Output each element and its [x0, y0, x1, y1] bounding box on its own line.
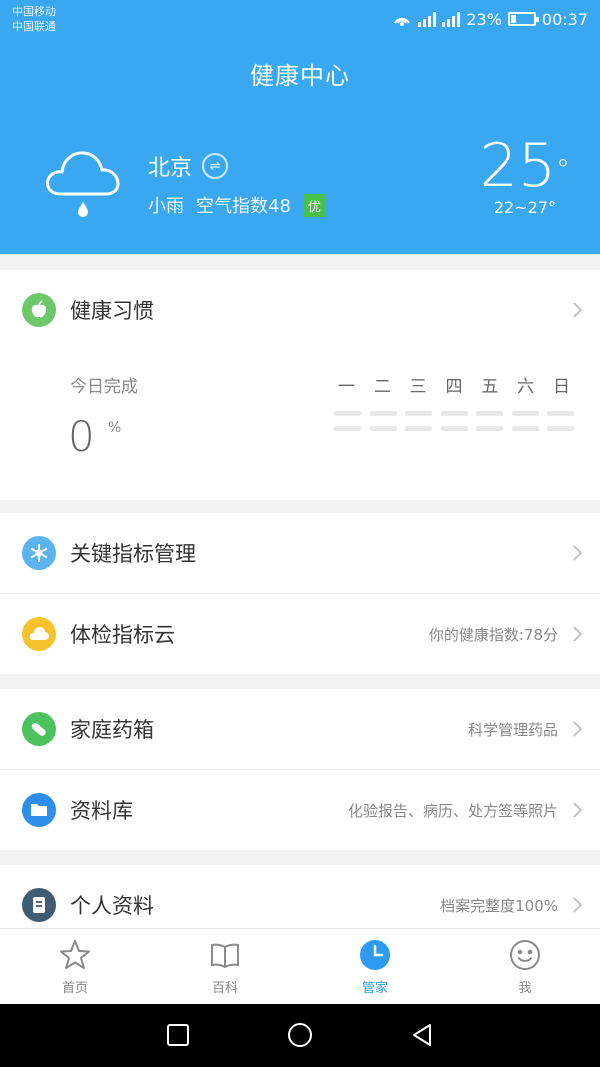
carrier-labels: 中国移动 中国联通 [12, 4, 56, 34]
rain-cloud-icon [46, 151, 120, 217]
bottom-tab-bar: 首页 百科 管家 我 [0, 928, 600, 1004]
switch-city-icon[interactable]: ⇌ [202, 153, 229, 179]
tab-encyclopedia[interactable]: 百科 [150, 929, 300, 1004]
menu-hint: 科学管理药品 [467, 720, 558, 739]
health-habits-row[interactable]: 健康习惯 [0, 270, 600, 350]
bar-row [334, 411, 574, 416]
hotspot-icon [394, 17, 411, 26]
recents-icon[interactable] [163, 1020, 193, 1050]
current-temperature: 25° [480, 134, 570, 198]
health-center-screen: 中国移动 中国联通 23% 00:37 健康中心 北京 ⇌ 小雨 空气指数48 … [0, 0, 600, 1067]
page-title: 健康中心 [250, 62, 350, 90]
pill-icon [22, 712, 56, 746]
chevron-right-icon [566, 802, 583, 818]
menu-row-medicine-box[interactable]: 家庭药箱 科学管理药品 [0, 689, 600, 769]
temp-value: 25 [479, 131, 556, 201]
day-label: 二 [373, 377, 391, 397]
aqi-badge: 优 [302, 193, 326, 217]
menu-hint: 你的健康指数:78分 [428, 625, 558, 644]
battery-percent: 23% [466, 9, 502, 29]
snowflake-icon [22, 536, 56, 570]
weather-condition: 小雨 空气指数48 优 [148, 192, 326, 218]
menu-row-key-indicators[interactable]: 关键指标管理 [0, 513, 600, 593]
tab-label: 百科 [211, 981, 238, 996]
menu-label: 关键指标管理 [70, 542, 196, 566]
cloud-icon [22, 617, 56, 651]
chevron-right-icon [566, 897, 583, 913]
tab-label: 我 [518, 981, 532, 996]
day-label: 日 [552, 377, 570, 397]
city-name: 北京 [148, 156, 193, 181]
apple-icon [22, 293, 56, 327]
records-card: 家庭药箱 科学管理药品 资料库 化验报告、病历、处方签等照片 [0, 689, 600, 850]
star-icon [57, 937, 93, 973]
document-icon [22, 888, 56, 922]
tab-label: 管家 [361, 981, 388, 996]
today-label: 今日完成 [70, 377, 138, 397]
aqi-text: 空气指数48 [196, 196, 291, 217]
day-label: 五 [481, 377, 499, 397]
chevron-right-icon [566, 626, 583, 642]
system-nav-bar [0, 1004, 600, 1067]
temp-range: 22~27° [493, 198, 556, 217]
smiley-icon [507, 937, 543, 973]
week-days: 一 二 三 四 五 六 日 [334, 372, 574, 397]
habit-progress: 今日完成 0 % 一 二 三 四 五 六 日 [0, 350, 600, 500]
menu-hint: 化验报告、病历、处方签等照片 [347, 801, 558, 820]
tab-manager[interactable]: 管家 [300, 929, 450, 1004]
battery-icon [507, 12, 539, 26]
today-unit: % [108, 420, 122, 436]
menu-label: 体检指标云 [70, 623, 175, 647]
menu-label: 家庭药箱 [70, 718, 154, 742]
indicators-card: 关键指标管理 体检指标云 你的健康指数:78分 [0, 513, 600, 674]
chevron-right-icon [566, 545, 583, 561]
health-habits-card: 健康习惯 今日完成 0 % 一 二 三 四 五 六 日 [0, 270, 600, 500]
menu-row-library[interactable]: 资料库 化验报告、病历、处方签等照片 [0, 770, 600, 850]
day-label: 四 [445, 377, 463, 397]
weather-text: 小雨 [148, 196, 184, 217]
folder-icon [22, 793, 56, 827]
city-selector[interactable]: 北京 ⇌ [148, 150, 229, 182]
back-icon[interactable] [407, 1020, 437, 1050]
menu-label: 资料库 [70, 799, 133, 823]
bar-row [334, 426, 574, 431]
today-value: 0 [68, 412, 95, 461]
temp-unit: ° [556, 153, 570, 186]
header-panel: 中国移动 中国联通 23% 00:37 健康中心 北京 ⇌ 小雨 空气指数48 … [0, 0, 600, 254]
menu-hint: 档案完整度100% [440, 896, 558, 915]
week-chart: 一 二 三 四 五 六 日 [334, 372, 574, 441]
tab-me[interactable]: 我 [450, 929, 600, 1004]
chevron-right-icon [566, 302, 583, 318]
signal-icon-2 [442, 11, 461, 27]
status-time: 00:37 [541, 9, 588, 29]
book-icon [207, 937, 243, 973]
signal-icon [418, 11, 437, 27]
chevron-right-icon [566, 721, 583, 737]
day-label: 一 [338, 377, 355, 397]
week-bars [334, 411, 574, 431]
day-label: 三 [409, 377, 427, 397]
menu-label: 个人资料 [70, 894, 154, 918]
status-bar: 中国移动 中国联通 23% 00:37 [0, 0, 600, 40]
tab-label: 首页 [61, 981, 88, 996]
carrier-2: 中国联通 [12, 20, 56, 33]
day-label: 六 [517, 377, 535, 397]
clock-icon [357, 937, 393, 973]
home-circle-icon[interactable] [285, 1020, 315, 1050]
health-habits-label: 健康习惯 [70, 299, 154, 323]
tab-home[interactable]: 首页 [0, 929, 150, 1004]
status-indicators: 23% 00:37 [392, 6, 588, 32]
carrier-1: 中国移动 [12, 5, 56, 18]
menu-row-checkup-cloud[interactable]: 体检指标云 你的健康指数:78分 [0, 594, 600, 674]
